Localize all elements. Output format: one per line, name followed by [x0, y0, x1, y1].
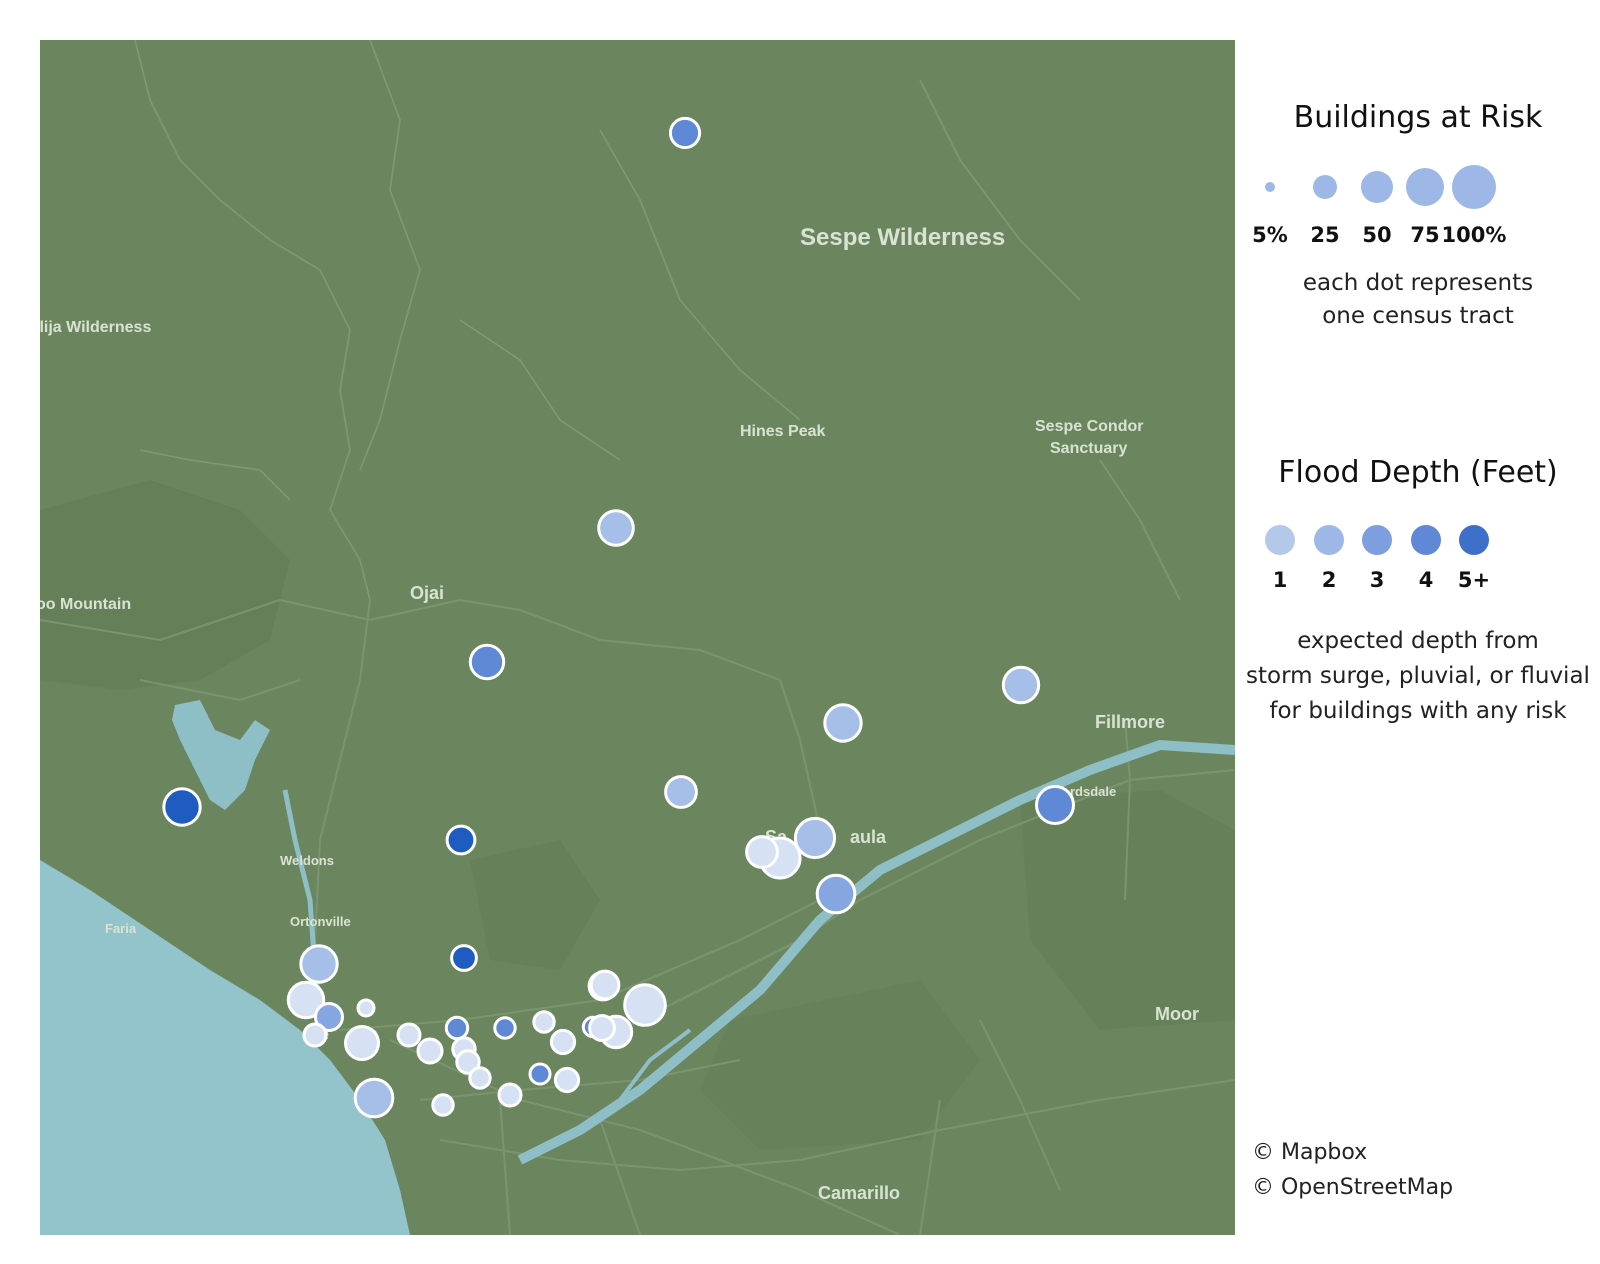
size-legend-dot — [1406, 168, 1444, 206]
place-label: Weldons — [280, 853, 334, 868]
depth-legend-tick: 2 — [1321, 568, 1337, 592]
place-label: Ojai — [410, 583, 444, 603]
census-tract-dot[interactable] — [396, 1022, 422, 1048]
color-legend-title: Flood Depth (Feet) — [1278, 455, 1558, 490]
size-legend-dot — [1361, 171, 1393, 203]
census-tract-dot[interactable] — [468, 643, 506, 681]
place-label: Moor — [1155, 1004, 1199, 1024]
flood-risk-map[interactable]: Sespe Wilderness ilija Wilderness Hines Pe… — [40, 40, 1235, 1235]
census-tract-dot[interactable] — [549, 1028, 577, 1056]
color-note-line-1: expected depth from — [1297, 628, 1539, 654]
size-legend-dot — [1265, 182, 1275, 192]
size-legend-tick: 50 — [1362, 223, 1392, 247]
osm-attribution[interactable]: © OpenStreetMap — [1252, 1175, 1453, 1200]
census-tract-dot[interactable] — [431, 1093, 455, 1117]
size-legend-note: each dot represents one census tract — [1243, 267, 1593, 333]
census-tract-dot[interactable] — [793, 816, 837, 860]
census-tract-dot[interactable] — [815, 873, 857, 915]
depth-legend-dot — [1411, 525, 1441, 555]
place-label: ilija Wilderness — [40, 319, 151, 336]
size-legend-ticks: 5% 25 50 75 100% — [1243, 223, 1593, 257]
place-label: Hines Peak — [740, 423, 825, 440]
size-legend-tick: 5% — [1252, 223, 1288, 247]
size-legend-dot — [1452, 165, 1496, 209]
place-label: oo Mountain — [40, 596, 131, 613]
place-label: Sespe Wilderness — [800, 224, 1005, 251]
size-legend-tick: 25 — [1310, 223, 1340, 247]
census-tract-dot[interactable] — [623, 983, 667, 1027]
depth-legend-dot — [1314, 525, 1344, 555]
size-legend-dot — [1313, 175, 1337, 199]
size-legend-dots — [1243, 163, 1593, 223]
census-tract-dot[interactable] — [356, 998, 376, 1018]
place-label: aula — [850, 827, 887, 847]
place-label: Sanctuary — [1050, 440, 1127, 457]
census-tract-dot[interactable] — [745, 835, 779, 869]
census-tract-dot[interactable] — [299, 944, 339, 984]
census-tract-dot[interactable] — [497, 1082, 523, 1108]
depth-legend-dot — [1265, 525, 1295, 555]
census-tract-dot[interactable] — [416, 1037, 444, 1065]
place-label: Faria — [105, 921, 137, 936]
census-tract-dot[interactable] — [668, 116, 702, 150]
census-tract-dot[interactable] — [1001, 665, 1041, 705]
census-tract-dot[interactable] — [589, 969, 621, 1001]
census-tract-dot[interactable] — [302, 1022, 328, 1048]
depth-legend-tick: 3 — [1369, 568, 1385, 592]
place-label: Ortonville — [290, 914, 351, 929]
depth-legend-tick: 1 — [1272, 568, 1288, 592]
census-tract-dot[interactable] — [450, 944, 478, 972]
census-tract-dot[interactable] — [553, 1066, 581, 1094]
census-tract-dot[interactable] — [588, 1014, 616, 1042]
census-tract-dot[interactable] — [468, 1066, 492, 1090]
size-legend-title: Buildings at Risk — [1293, 100, 1543, 135]
place-label: Fillmore — [1095, 712, 1165, 732]
depth-legend-dot — [1362, 525, 1392, 555]
mapbox-attribution[interactable]: © Mapbox — [1252, 1140, 1367, 1165]
depth-legend-tick: 5+ — [1457, 568, 1491, 592]
size-note-line-2: one census tract — [1322, 303, 1514, 329]
size-legend: Buildings at Risk 5% 25 50 75 100% each dot … — [1243, 100, 1593, 333]
census-tract-dot[interactable] — [823, 703, 863, 743]
place-label: Sespe Condor — [1035, 418, 1143, 435]
census-tract-dot[interactable] — [445, 824, 477, 856]
color-note-line-3: for buildings with any risk — [1269, 698, 1567, 724]
depth-legend-tick: 4 — [1418, 568, 1434, 592]
census-tract-dot[interactable] — [444, 1015, 470, 1041]
map-viewport[interactable]: Sespe Wilderness ilija Wilderness Hines Pe… — [40, 40, 1235, 1235]
color-legend-dots — [1243, 520, 1593, 560]
census-tract-dot[interactable] — [353, 1077, 395, 1119]
size-legend-tick: 100% — [1441, 223, 1507, 247]
census-tract-dot[interactable] — [162, 787, 202, 827]
place-label: rdsdale — [1070, 784, 1116, 799]
census-tract-dot[interactable] — [664, 775, 698, 809]
census-tract-dot[interactable] — [493, 1016, 517, 1040]
color-legend-note: expected depth from storm surge, pluvial… — [1243, 624, 1593, 729]
color-note-line-2: storm surge, pluvial, or fluvial — [1246, 663, 1590, 689]
census-tract-dot[interactable] — [528, 1062, 552, 1086]
size-legend-tick: 75 — [1410, 223, 1440, 247]
size-note-line-1: each dot represents — [1302, 270, 1534, 296]
census-tract-dot[interactable] — [344, 1025, 380, 1061]
depth-legend-dot — [1459, 525, 1489, 555]
place-label: Camarillo — [818, 1183, 900, 1203]
color-legend: Flood Depth (Feet) 1 2 3 4 5+ expected depth… — [1243, 455, 1593, 729]
color-legend-ticks: 1 2 3 4 5+ — [1243, 568, 1593, 602]
census-tract-dot[interactable] — [532, 1010, 556, 1034]
census-tract-dot[interactable] — [597, 509, 635, 547]
census-tract-dot[interactable] — [1035, 785, 1075, 825]
